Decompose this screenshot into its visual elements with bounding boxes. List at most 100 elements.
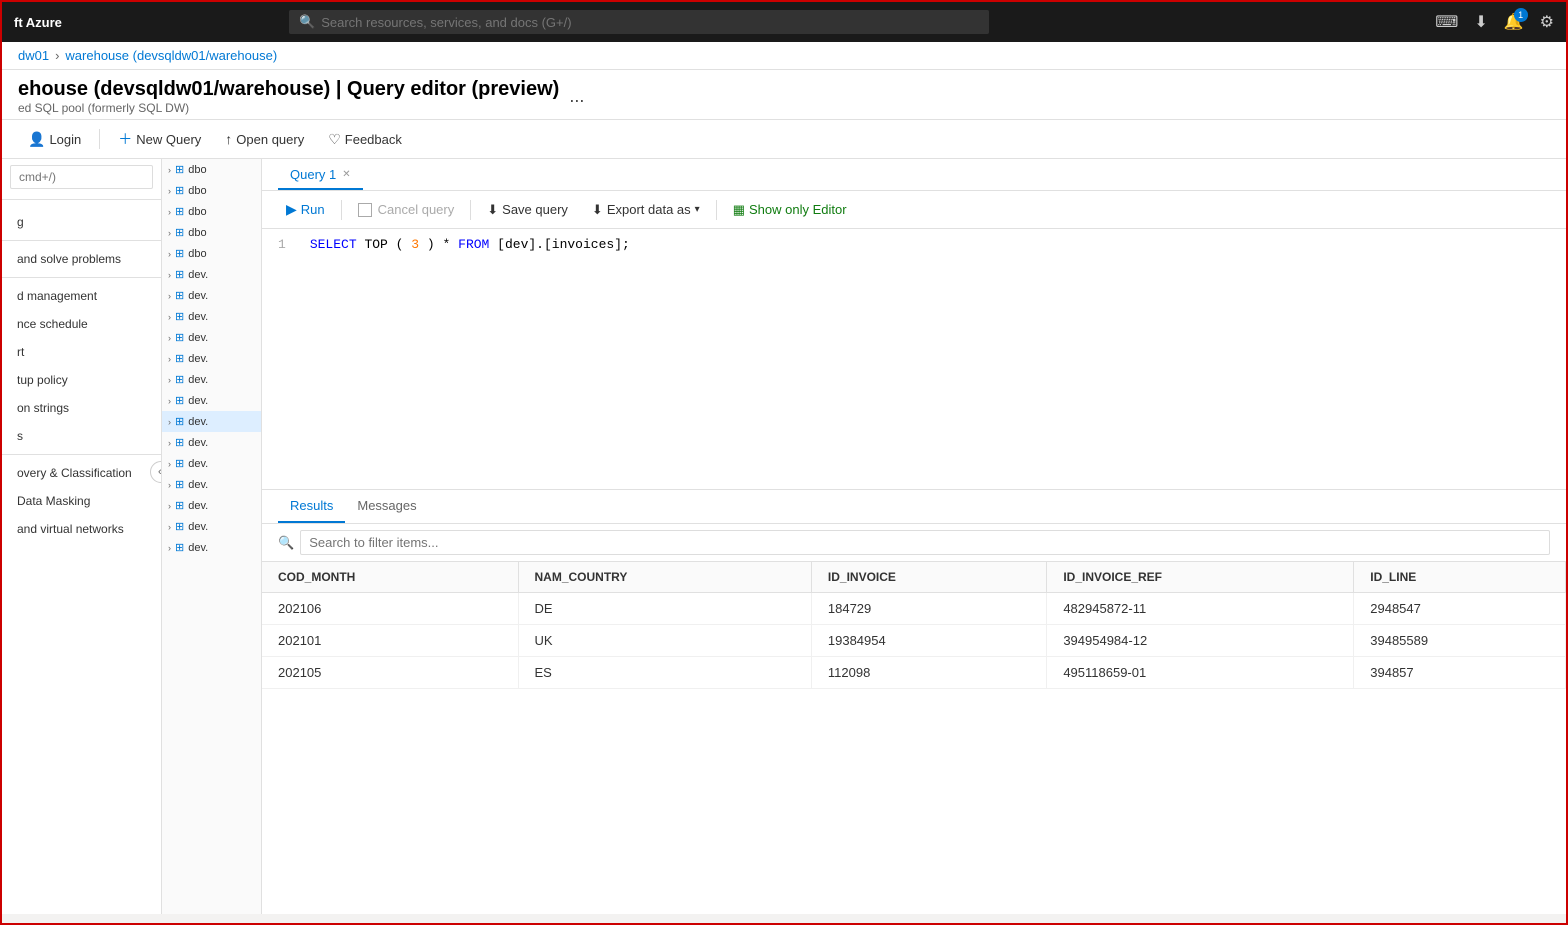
breadcrumb: dw01 › warehouse (devsqldw01/warehouse) (2, 42, 1566, 70)
col-header-id-line: ID_LINE (1354, 562, 1566, 593)
sidebar-item-5[interactable]: tup policy (2, 366, 161, 394)
breadcrumb-current[interactable]: warehouse (devsqldw01/warehouse) (65, 48, 277, 63)
feedback-button[interactable]: ♡ Feedback (318, 126, 412, 153)
tree-table-icon-18: ⊞ (175, 541, 184, 554)
results-search-input[interactable] (300, 530, 1550, 555)
tree-item-6[interactable]: › ⊞ dev. (162, 285, 261, 306)
sidebar-search-wrapper (2, 159, 161, 195)
global-search[interactable]: 🔍 (289, 10, 989, 34)
download-icon[interactable]: ⬇ (1474, 12, 1487, 32)
sidebar-nav: g and solve problems d management nce sc… (2, 204, 161, 547)
tree-chevron-1: › (168, 186, 171, 196)
new-query-button[interactable]: ＋ New Query (108, 124, 211, 154)
tree-item-7[interactable]: › ⊞ dev. (162, 306, 261, 327)
tree-item-8[interactable]: › ⊞ dev. (162, 327, 261, 348)
cancel-label: Cancel query (378, 202, 455, 217)
results-tabs: Results Messages (262, 490, 1566, 524)
tree-item-label-4: dbo (188, 248, 206, 260)
sidebar: g and solve problems d management nce sc… (2, 159, 162, 914)
main-layout: g and solve problems d management nce sc… (2, 159, 1566, 914)
tree-chevron-0: › (168, 165, 171, 175)
table-header-row: COD_MONTH NAM_COUNTRY ID_INVOICE ID_INVO… (262, 562, 1566, 593)
tree-item-4[interactable]: › ⊞ dbo (162, 243, 261, 264)
tree-chevron-18: › (168, 543, 171, 553)
tree-item-10[interactable]: › ⊞ dev. (162, 369, 261, 390)
login-label: Login (49, 132, 81, 147)
feedback-label: Feedback (345, 132, 402, 147)
tree-chevron-9: › (168, 354, 171, 364)
sidebar-divider-3 (2, 454, 161, 455)
new-query-label: New Query (136, 132, 201, 147)
tree-chevron-11: › (168, 396, 171, 406)
cell-1-1: UK (518, 625, 811, 657)
breadcrumb-parent[interactable]: dw01 (18, 48, 49, 63)
tab-close-icon[interactable]: ✕ (342, 169, 350, 180)
sidebar-item-2[interactable]: d management (2, 282, 161, 310)
export-data-button[interactable]: ⬇ Export data as ▾ (584, 198, 708, 222)
sidebar-item-9[interactable]: Data Masking (2, 487, 161, 515)
tree-item-9[interactable]: › ⊞ dev. (162, 348, 261, 369)
tree-item-11[interactable]: › ⊞ dev. (162, 390, 261, 411)
data-table: COD_MONTH NAM_COUNTRY ID_INVOICE ID_INVO… (262, 562, 1566, 689)
tree-item-14[interactable]: › ⊞ dev. (162, 453, 261, 474)
tree-table-icon-15: ⊞ (175, 478, 184, 491)
open-query-button[interactable]: ↑ Open query (215, 126, 314, 152)
cancel-query-button[interactable]: Cancel query (350, 198, 463, 221)
settings-icon[interactable]: ⚙ (1540, 12, 1554, 32)
sidebar-item-10[interactable]: and virtual networks (2, 515, 161, 543)
query-tab-1[interactable]: Query 1 ✕ (278, 159, 363, 190)
results-table: COD_MONTH NAM_COUNTRY ID_INVOICE ID_INVO… (262, 562, 1566, 914)
tree-item-label-3: dbo (188, 227, 206, 239)
search-input[interactable] (321, 15, 979, 30)
show-editor-button[interactable]: ▦ Show only Editor (725, 198, 855, 222)
sidebar-item-1[interactable]: and solve problems (2, 245, 161, 273)
sidebar-item-3[interactable]: nce schedule (2, 310, 161, 338)
sidebar-item-0[interactable]: g (2, 208, 161, 236)
save-query-button[interactable]: ⬇ Save query (479, 198, 576, 222)
tree-item-label-11: dev. (188, 395, 208, 407)
results-tab-results[interactable]: Results (278, 490, 345, 523)
tree-table-icon-12: ⊞ (175, 415, 184, 428)
tree-item-18[interactable]: › ⊞ dev. (162, 537, 261, 558)
tree-chevron-3: › (168, 228, 171, 238)
sidebar-search-input[interactable] (10, 165, 153, 189)
sidebar-item-label-2: d management (17, 289, 97, 303)
tree-item-5[interactable]: › ⊞ dev. (162, 264, 261, 285)
sidebar-item-7[interactable]: s (2, 422, 161, 450)
sidebar-item-8[interactable]: overy & Classification (2, 459, 161, 487)
more-options-button[interactable]: ... (569, 86, 584, 107)
results-tab-messages[interactable]: Messages (345, 490, 428, 523)
tree-item-16[interactable]: › ⊞ dev. (162, 495, 261, 516)
tree-item-label-6: dev. (188, 290, 208, 302)
tree-item-17[interactable]: › ⊞ dev. (162, 516, 261, 537)
tree-item-13[interactable]: › ⊞ dev. (162, 432, 261, 453)
login-button[interactable]: 👤 Login (18, 126, 91, 153)
save-label: Save query (502, 202, 568, 217)
sidebar-item-label-10: and virtual networks (17, 522, 124, 536)
tree-item-12[interactable]: › ⊞ dev. (162, 411, 261, 432)
tree-item-1[interactable]: › ⊞ dbo (162, 180, 261, 201)
tree-table-icon-16: ⊞ (175, 499, 184, 512)
tree-chevron-7: › (168, 312, 171, 322)
tree-item-label-0: dbo (188, 164, 206, 176)
query-tab-label: Query 1 (290, 167, 336, 182)
notification-icon[interactable]: 🔔 1 (1504, 12, 1524, 32)
sidebar-item-4[interactable]: rt (2, 338, 161, 366)
tree-chevron-14: › (168, 459, 171, 469)
tree-item-3[interactable]: › ⊞ dbo (162, 222, 261, 243)
sidebar-item-label-9: Data Masking (17, 494, 90, 508)
notification-badge: 1 (1514, 8, 1528, 22)
cell-0-2: 184729 (811, 593, 1046, 625)
tree-item-0[interactable]: › ⊞ dbo (162, 159, 261, 180)
sidebar-item-6[interactable]: on strings (2, 394, 161, 422)
editor-sep-2 (470, 200, 471, 220)
terminal-icon[interactable]: ⌨ (1435, 12, 1458, 32)
tree-item-2[interactable]: › ⊞ dbo (162, 201, 261, 222)
tree-item-15[interactable]: › ⊞ dev. (162, 474, 261, 495)
run-button[interactable]: ▶ Run (278, 197, 333, 222)
results-area: Results Messages 🔍 COD_MONTH (262, 489, 1566, 914)
run-label: Run (301, 202, 325, 217)
code-editor[interactable]: 1 SELECT TOP ( 3 ) * FROM [dev].[invoice… (262, 229, 1566, 489)
sidebar-item-label-6: on strings (17, 401, 69, 415)
cell-2-4: 394857 (1354, 657, 1566, 689)
